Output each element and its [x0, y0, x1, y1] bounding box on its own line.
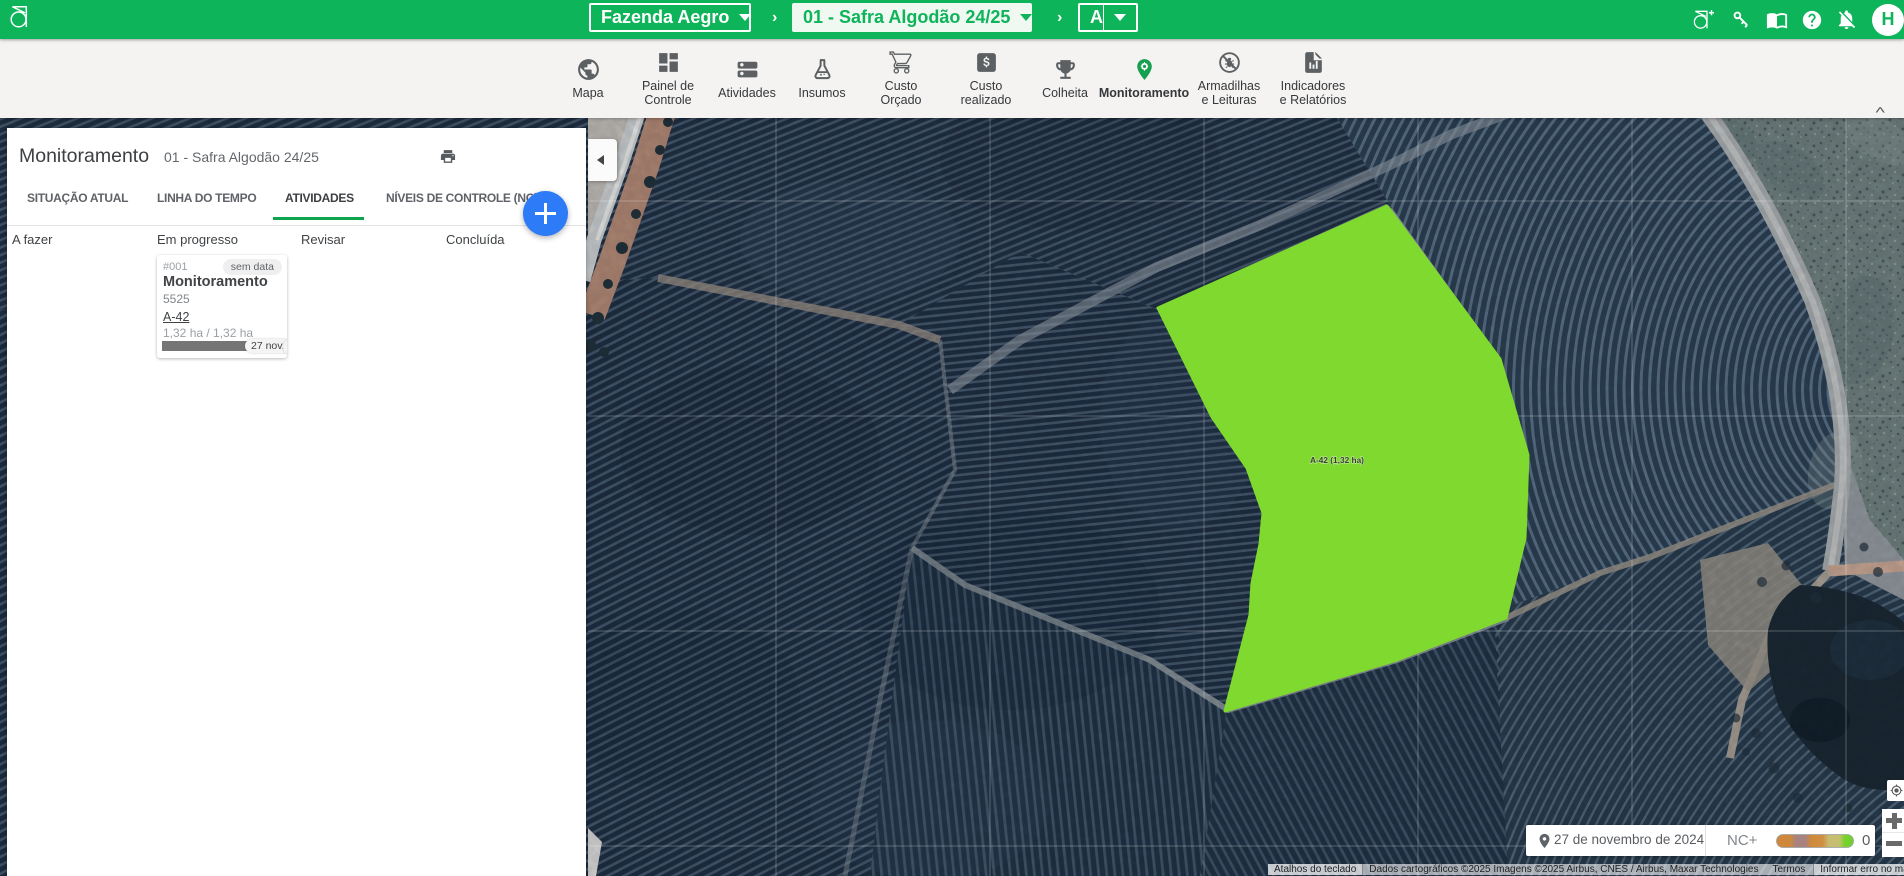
svg-text:A-42 (1,32 ha): A-42 (1,32 ha) — [1310, 455, 1364, 465]
